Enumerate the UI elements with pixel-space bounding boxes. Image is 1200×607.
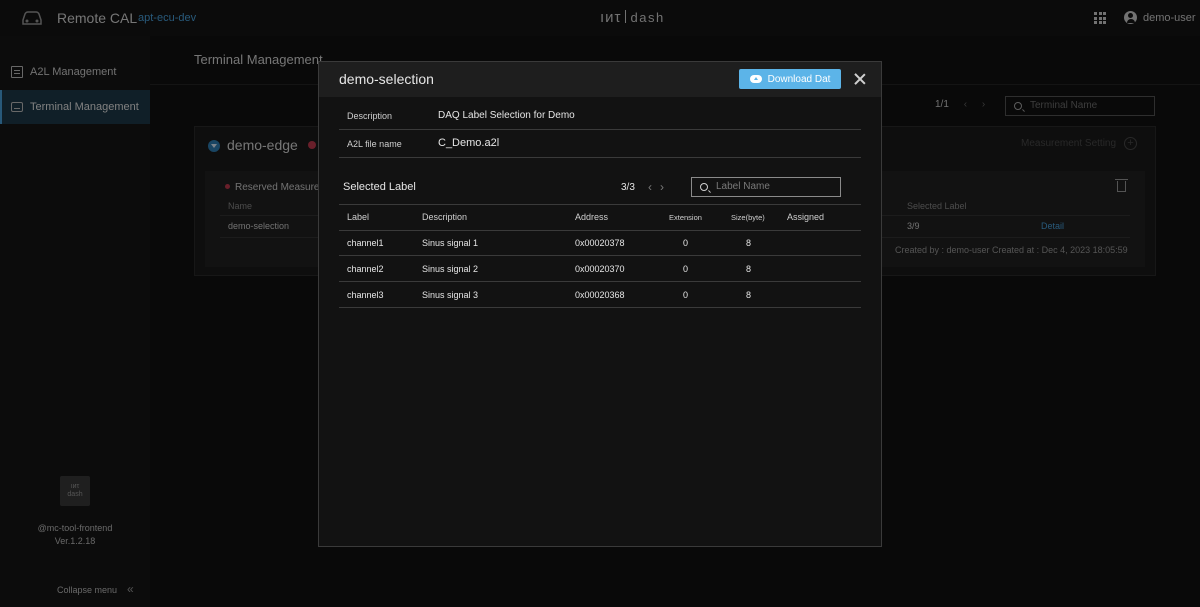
row-address: 0x00020368 <box>575 290 625 300</box>
row-description: Sinus signal 2 <box>422 264 479 274</box>
row-label: channel3 <box>347 290 384 300</box>
a2l-file-name-value: C_Demo.a2l <box>438 137 500 149</box>
download-button[interactable]: Download Dat <box>739 69 841 89</box>
row-description: Sinus signal 3 <box>422 290 479 300</box>
chevron-left-icon[interactable]: ‹ <box>648 180 660 194</box>
modal-title: demo-selection <box>339 71 434 87</box>
divider <box>339 307 861 308</box>
row-extension: 0 <box>683 290 689 300</box>
divider <box>339 204 861 205</box>
label-search-placeholder: Label Name <box>716 181 770 192</box>
description-label: Description <box>347 111 393 121</box>
divider <box>339 281 861 282</box>
row-description: Sinus signal 1 <box>422 238 479 248</box>
divider <box>339 129 861 130</box>
selected-label-title: Selected Label <box>343 181 416 193</box>
close-icon[interactable] <box>853 72 867 86</box>
row-label: channel1 <box>347 238 384 248</box>
column-header-assigned: Assigned <box>787 212 825 222</box>
row-address: 0x00020370 <box>575 264 625 274</box>
divider <box>339 255 861 256</box>
column-header-address: Address <box>575 212 609 222</box>
row-label: channel2 <box>347 264 384 274</box>
divider <box>339 157 861 158</box>
cloud-upload-icon <box>749 75 762 83</box>
selected-pager: ‹› <box>648 180 672 194</box>
row-address: 0x00020378 <box>575 238 625 248</box>
selected-count: 3/3 <box>621 182 635 193</box>
chevron-right-icon[interactable]: › <box>660 180 672 194</box>
row-size: 8 <box>746 238 752 248</box>
column-header-extension: Extension <box>669 213 702 222</box>
modal-header: demo-selection Download Dat <box>319 62 881 97</box>
download-button-label: Download Dat <box>767 73 831 85</box>
column-header-description: Description <box>422 212 468 222</box>
row-extension: 0 <box>683 238 689 248</box>
divider <box>339 230 861 231</box>
column-header-size: Size(byte) <box>731 213 765 222</box>
a2l-file-name-label: A2L file name <box>347 139 402 149</box>
search-icon <box>700 183 708 191</box>
selection-detail-modal: demo-selection Download Dat Description … <box>318 61 882 547</box>
row-size: 8 <box>746 290 752 300</box>
column-header-label: Label <box>347 212 370 222</box>
row-size: 8 <box>746 264 752 274</box>
description-value: DAQ Label Selection for Demo <box>438 110 575 121</box>
label-search-input[interactable]: Label Name <box>691 177 841 197</box>
row-extension: 0 <box>683 264 689 274</box>
